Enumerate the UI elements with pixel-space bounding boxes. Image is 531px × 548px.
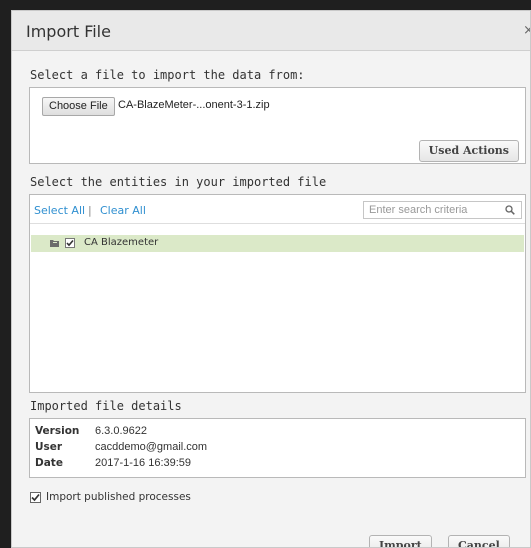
used-actions-button[interactable]: Used Actions: [418, 140, 519, 162]
details-key: Version: [35, 425, 80, 437]
entity-tree-item[interactable]: CA Blazemeter: [31, 235, 524, 252]
details-row-user: User cacddemo@gmail.com: [35, 439, 207, 455]
details-key: User: [35, 441, 63, 453]
details-table: Version 6.3.0.9622 User cacddemo@gmail.c…: [35, 423, 207, 471]
entity-search-input[interactable]: [363, 201, 522, 219]
folder-icon: [50, 240, 59, 247]
choose-file-button[interactable]: Choose File: [42, 97, 115, 116]
details-row-version: Version 6.3.0.9622: [35, 423, 207, 439]
close-icon[interactable]: ×: [523, 23, 530, 38]
file-picker-box: Choose File CA-BlazeMeter-...onent-3-1.z…: [29, 87, 526, 164]
entities-toolbar: Select All | Clear All: [30, 195, 525, 224]
import-file-dialog: Import File × Select a file to import th…: [11, 10, 531, 548]
entity-checkbox[interactable]: [65, 238, 75, 248]
details-value: cacddemo@gmail.com: [95, 441, 208, 453]
file-section-label: Select a file to import the data from:: [30, 68, 305, 82]
dialog-titlebar: Import File ×: [12, 11, 530, 51]
details-value: 6.3.0.9622: [95, 425, 147, 437]
dialog-title: Import File: [26, 22, 111, 41]
select-all-link[interactable]: Select All: [34, 204, 85, 217]
checkmark-icon: [31, 493, 40, 502]
link-separator: |: [88, 204, 92, 217]
entities-box: Select All | Clear All CA Blazemeter: [29, 194, 526, 393]
entities-section-label: Select the entities in your imported fil…: [30, 175, 327, 189]
clear-all-link[interactable]: Clear All: [100, 204, 146, 217]
checkmark-icon: [66, 239, 74, 247]
details-key: Date: [35, 457, 63, 469]
entity-label: CA Blazemeter: [84, 237, 159, 248]
details-section-label: Imported file details: [30, 399, 182, 413]
details-row-date: Date 2017-1-16 16:39:59: [35, 455, 207, 471]
import-button[interactable]: Import: [369, 535, 432, 547]
selected-file-name: CA-BlazeMeter-...onent-3-1.zip: [118, 99, 270, 111]
search-icon[interactable]: [505, 205, 515, 215]
import-published-checkbox[interactable]: [30, 492, 41, 503]
import-published-label[interactable]: Import published processes: [46, 491, 191, 503]
cancel-button[interactable]: Cancel: [448, 535, 510, 547]
details-value: 2017-1-16 16:39:59: [95, 457, 192, 469]
details-box: Version 6.3.0.9622 User cacddemo@gmail.c…: [29, 418, 526, 478]
